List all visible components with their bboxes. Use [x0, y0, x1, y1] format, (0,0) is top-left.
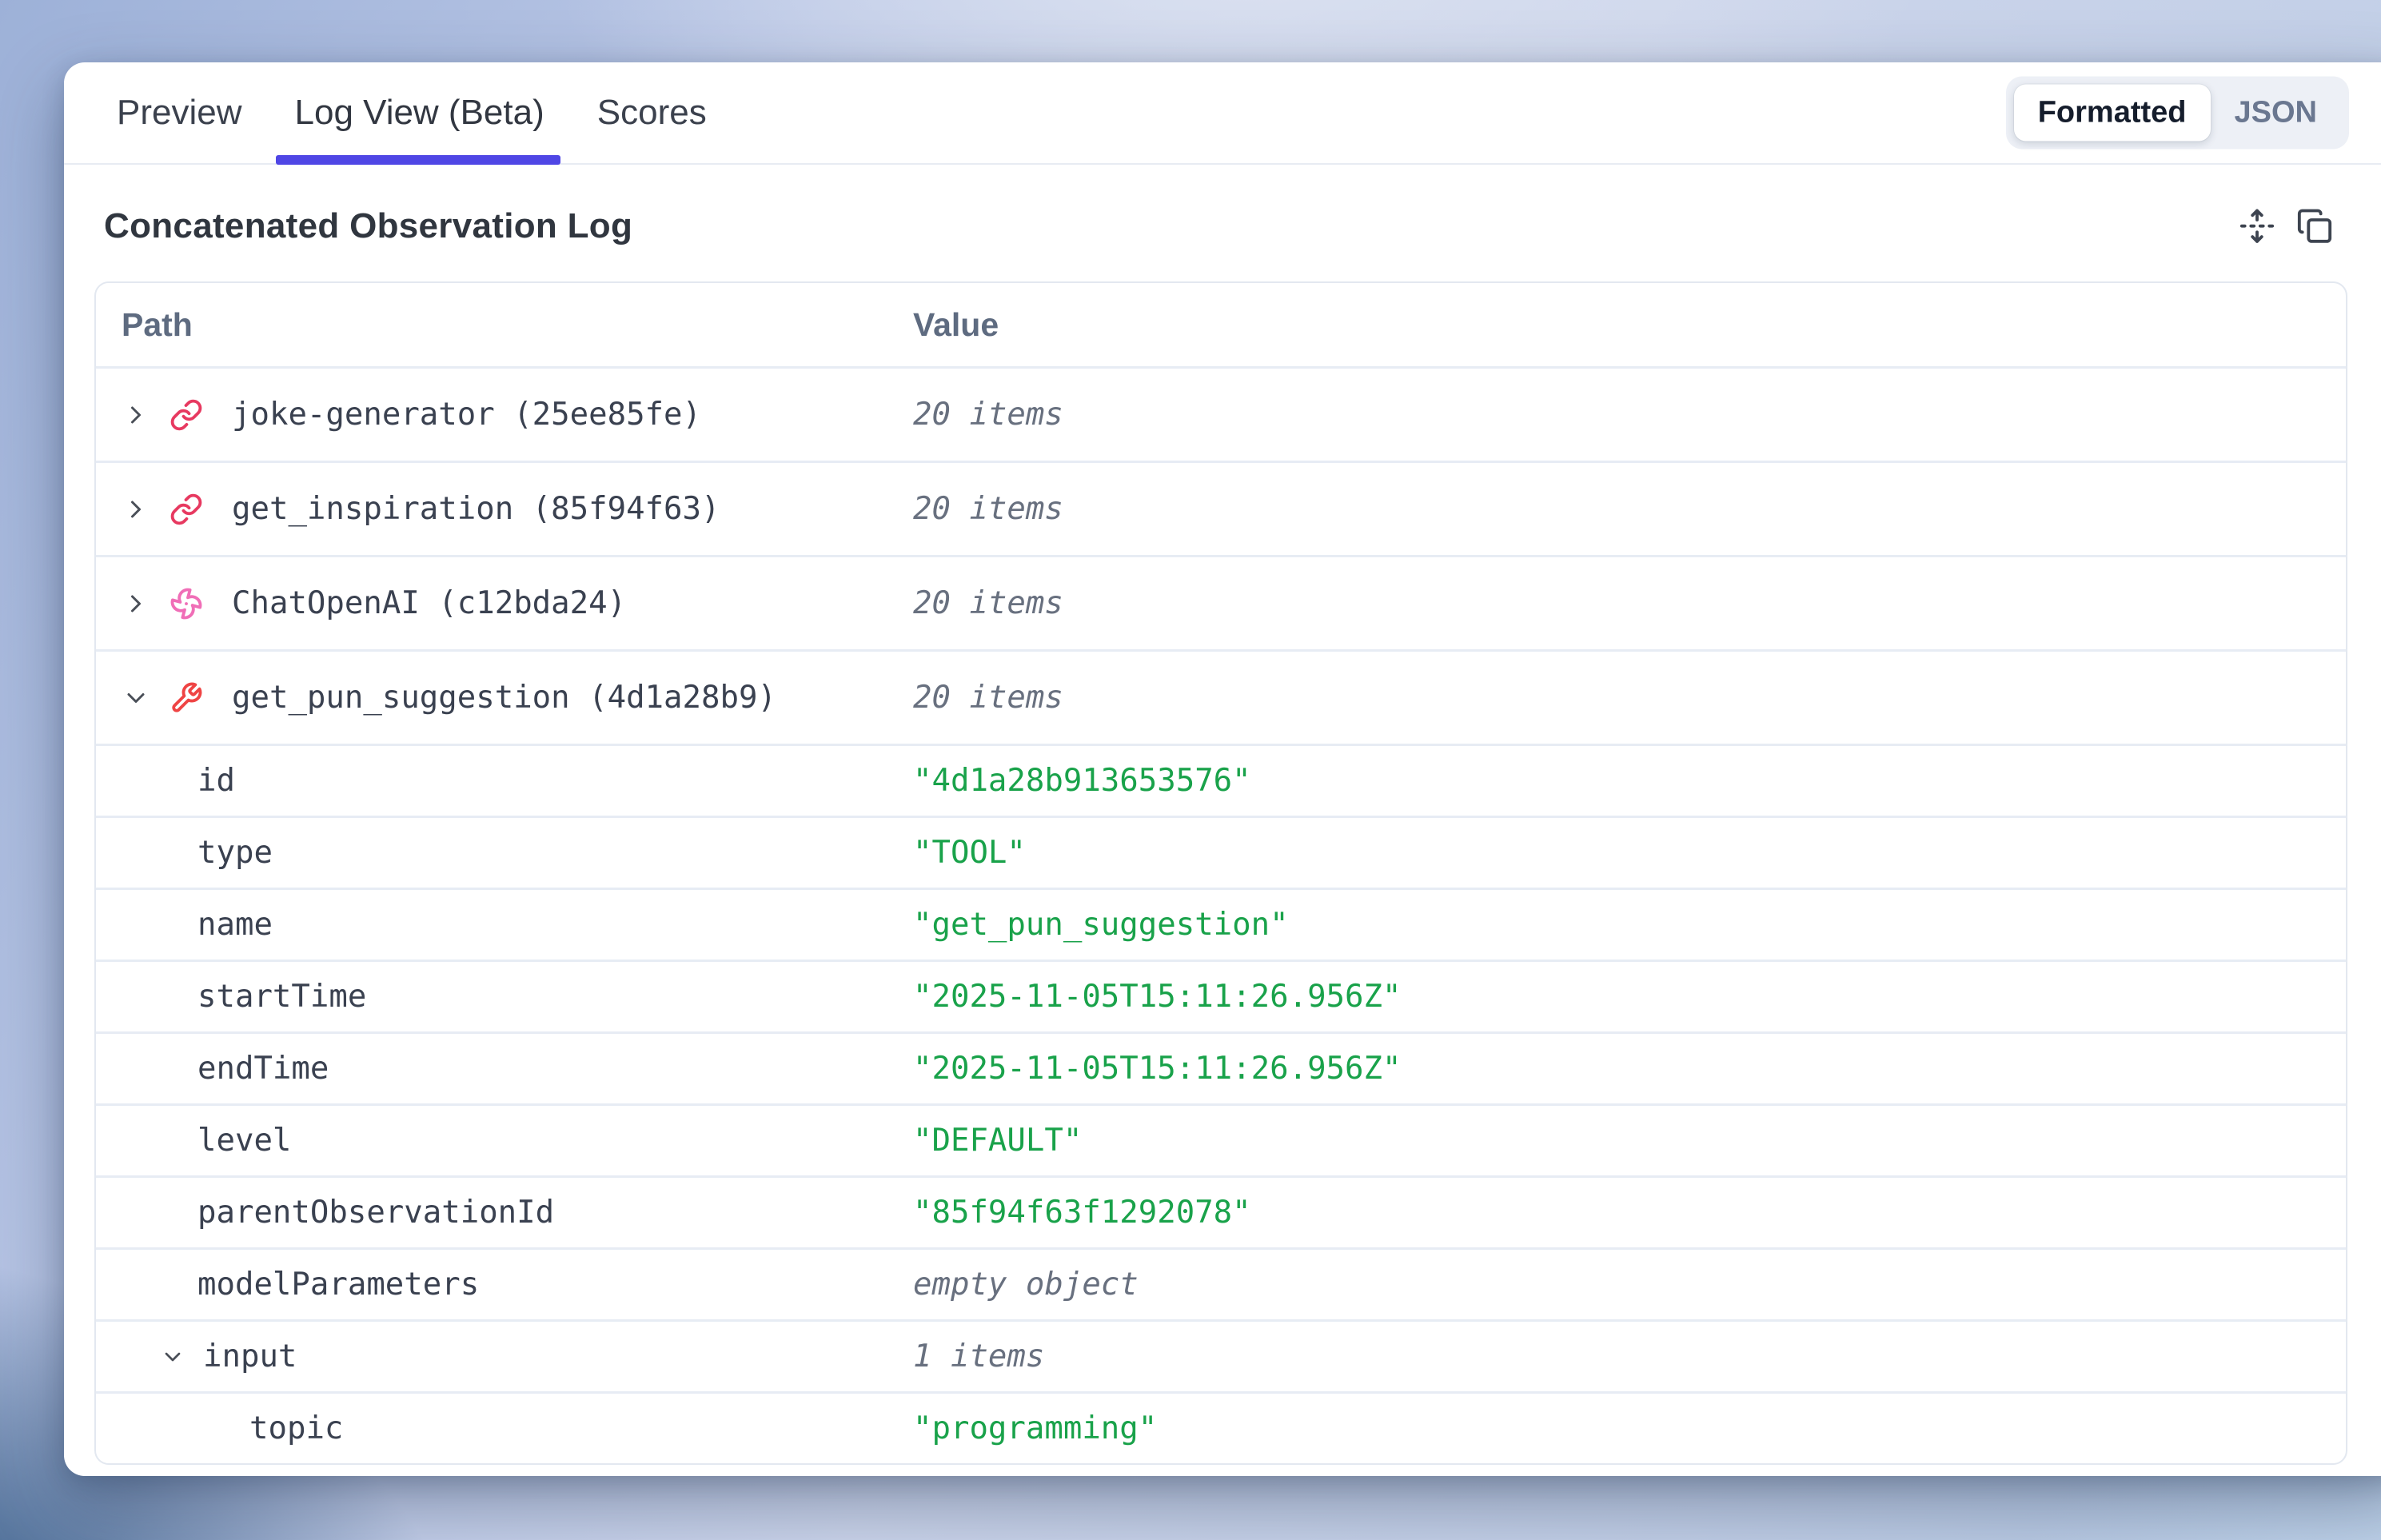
- row-value: 20 items: [913, 680, 2346, 716]
- table-row[interactable]: modelParameters empty object: [96, 1247, 2346, 1319]
- toggle-option-formatted[interactable]: Formatted: [2014, 85, 2211, 142]
- table-row[interactable]: get_inspiration (85f94f63) 20 items: [96, 461, 2346, 555]
- table-row[interactable]: id "4d1a28b913653576": [96, 744, 2346, 816]
- path-key: level: [197, 1123, 291, 1159]
- chevron-down-icon[interactable]: [122, 684, 150, 712]
- toggle-option-json[interactable]: JSON: [2211, 85, 2341, 142]
- path-key: endTime: [197, 1051, 329, 1087]
- path-key: parentObservationId: [197, 1195, 554, 1231]
- path-key: startTime: [197, 979, 366, 1015]
- path-key: type: [197, 835, 273, 871]
- row-value: "get_pun_suggestion": [913, 907, 2346, 943]
- table-row[interactable]: name "get_pun_suggestion": [96, 888, 2346, 960]
- chevron-right-icon[interactable]: [122, 495, 150, 524]
- row-value: "2025-11-05T15:11:26.956Z": [913, 1051, 2346, 1087]
- chevron-down-icon[interactable]: [160, 1344, 185, 1370]
- table-row[interactable]: level "DEFAULT": [96, 1103, 2346, 1175]
- trace-detail-card: Preview Log View (Beta) Scores Formatted…: [64, 62, 2381, 1476]
- table-row[interactable]: ChatOpenAI (c12bda24) 20 items: [96, 555, 2346, 649]
- table-row[interactable]: joke-generator (25ee85fe) 20 items: [96, 366, 2346, 461]
- table-row[interactable]: endTime "2025-11-05T15:11:26.956Z": [96, 1031, 2346, 1103]
- row-value: empty object: [913, 1267, 2346, 1303]
- row-value: "85f94f63f1292078": [913, 1195, 2346, 1231]
- desktop-background: Preview Log View (Beta) Scores Formatted…: [0, 0, 2381, 1540]
- table-header: Path Value: [96, 283, 2346, 366]
- panel-actions: [2239, 208, 2333, 245]
- tab-log-view[interactable]: Log View (Beta): [289, 62, 551, 163]
- row-value: 20 items: [913, 397, 2346, 433]
- table-row[interactable]: get_pun_suggestion (4d1a28b9) 20 items: [96, 649, 2346, 744]
- tab-scores[interactable]: Scores: [591, 62, 713, 163]
- path-key: input: [203, 1339, 297, 1374]
- path-key: get_pun_suggestion (4d1a28b9): [232, 680, 776, 716]
- path-key: id: [197, 763, 235, 799]
- fan-icon: [170, 587, 203, 620]
- chevron-right-icon[interactable]: [122, 401, 150, 429]
- column-header-path: Path: [96, 306, 913, 344]
- unfold-vertical-icon[interactable]: [2239, 208, 2275, 245]
- row-value: "4d1a28b913653576": [913, 763, 2346, 799]
- path-key: joke-generator (25ee85fe): [232, 397, 701, 433]
- format-toggle: Formatted JSON: [2006, 77, 2349, 150]
- path-key: topic: [249, 1410, 343, 1446]
- table-row[interactable]: parentObservationId "85f94f63f1292078": [96, 1175, 2346, 1247]
- row-value: "DEFAULT": [913, 1123, 2346, 1159]
- path-key: name: [197, 907, 273, 943]
- table-row[interactable]: input 1 items: [96, 1319, 2346, 1391]
- table-row[interactable]: startTime "2025-11-05T15:11:26.956Z": [96, 960, 2346, 1031]
- page-title: Concatenated Observation Log: [104, 206, 632, 246]
- row-value: "TOOL": [913, 835, 2346, 871]
- path-key: modelParameters: [197, 1267, 479, 1303]
- path-key: ChatOpenAI (c12bda24): [232, 585, 626, 621]
- chevron-right-icon[interactable]: [122, 589, 150, 618]
- table-row[interactable]: type "TOOL": [96, 816, 2346, 888]
- link-icon: [170, 398, 203, 432]
- wrench-icon: [170, 681, 203, 715]
- tab-preview[interactable]: Preview: [110, 62, 249, 163]
- table-row[interactable]: topic "programming": [96, 1391, 2346, 1463]
- observation-log-table: Path Value joke-generator (25ee85fe) 20 …: [94, 281, 2347, 1465]
- path-key: get_inspiration (85f94f63): [232, 491, 720, 527]
- row-value: 20 items: [913, 491, 2346, 527]
- panel-header: Concatenated Observation Log: [64, 165, 2381, 281]
- link-icon: [170, 493, 203, 526]
- column-header-value: Value: [913, 306, 2346, 344]
- row-value: "programming": [913, 1410, 2346, 1446]
- row-value: "2025-11-05T15:11:26.956Z": [913, 979, 2346, 1015]
- copy-icon[interactable]: [2296, 208, 2333, 245]
- row-value: 1 items: [913, 1339, 2346, 1374]
- row-value: 20 items: [913, 585, 2346, 621]
- tab-bar: Preview Log View (Beta) Scores Formatted…: [64, 62, 2381, 165]
